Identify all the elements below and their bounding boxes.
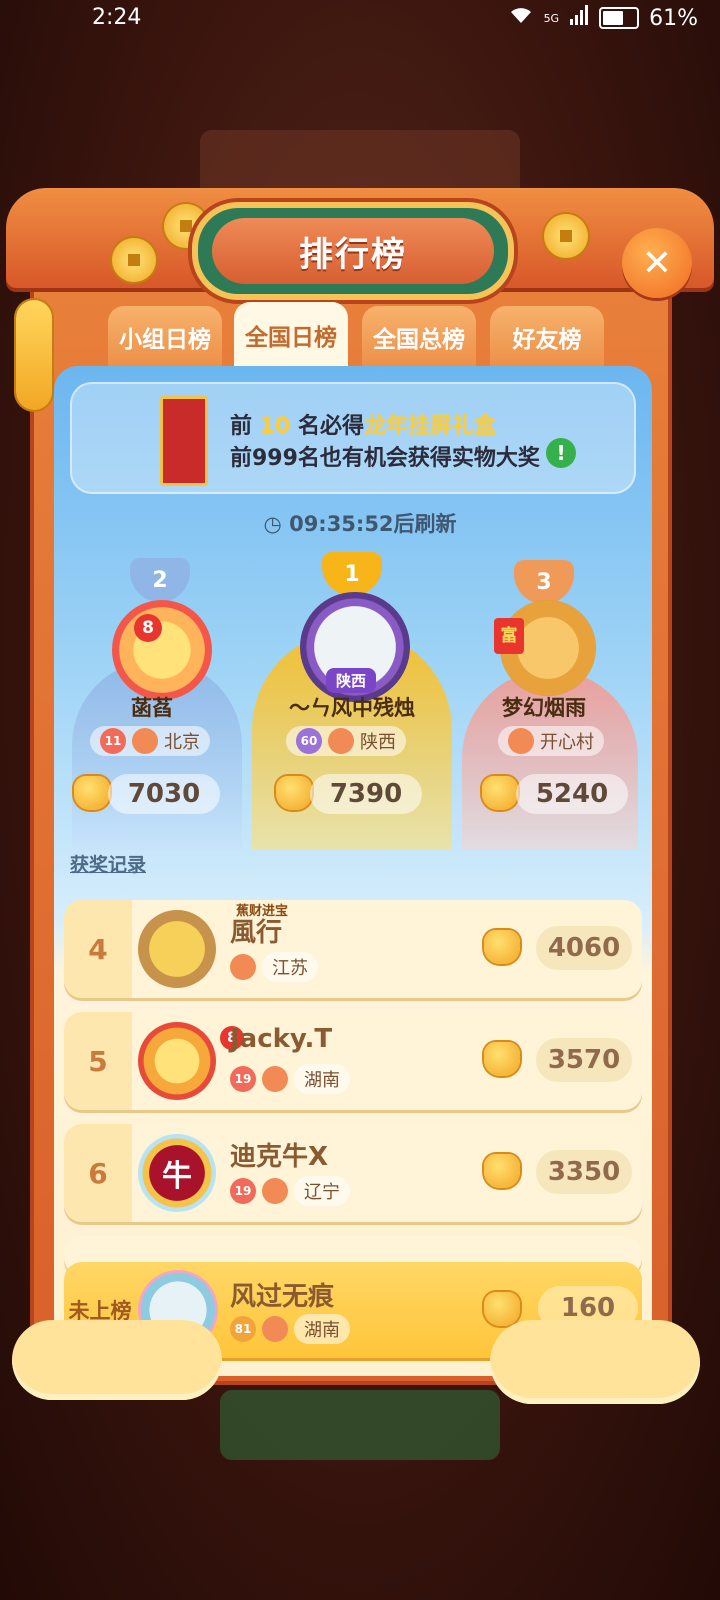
rank-2-score: 7030: [108, 774, 220, 814]
status-bar: 2:24 5G 61%: [0, 0, 720, 36]
avatar-character: 牛: [162, 1159, 192, 1194]
list-region: 辽宁: [294, 1176, 350, 1206]
close-button[interactable]: ✕: [622, 228, 692, 298]
list-rank: 5: [64, 1012, 132, 1110]
rank-3-meta: 开心村: [498, 726, 604, 756]
list-avatar[interactable]: 牛: [138, 1134, 216, 1212]
refresh-timer-text: 09:35:52后刷新: [289, 512, 457, 536]
level-badge: 60: [296, 728, 322, 754]
tiger-icon: [230, 954, 256, 980]
list-avatar[interactable]: [138, 910, 216, 988]
list-name: Jacky.T: [230, 1024, 333, 1054]
rank-1-region-tag: 陕西: [326, 668, 377, 693]
tab-group-daily[interactable]: 小组日榜: [108, 306, 222, 368]
status-icons: 5G 61%: [508, 5, 698, 31]
tab-friends[interactable]: 好友榜: [490, 306, 604, 368]
coin-decoration-icon: [112, 238, 156, 282]
money-bag-icon: [74, 776, 110, 810]
my-region: 湖南: [294, 1314, 350, 1344]
bg-blur-bottom: [220, 1390, 500, 1460]
money-bag-icon: [484, 1042, 520, 1076]
tiger-icon: [508, 728, 534, 754]
rank-2-avatar-badge: 8: [134, 614, 162, 642]
money-bag-icon: [484, 1292, 520, 1326]
money-bag-icon: [276, 776, 312, 810]
rank-1-name: 〜ㄣ风中残烛: [289, 696, 415, 720]
list-region: 江苏: [262, 952, 318, 982]
list-meta: 19 辽宁: [230, 1176, 350, 1206]
wifi-icon: [508, 5, 534, 31]
rank-2-avatar[interactable]: [112, 600, 212, 700]
tiger-icon: [328, 728, 354, 754]
award-record-link[interactable]: 获奖记录: [70, 850, 146, 877]
hanging-coins-icon: [16, 300, 52, 410]
cloud-decoration-left: [12, 1320, 222, 1400]
network-label: 5G: [543, 11, 560, 25]
list-avatar[interactable]: [138, 1022, 216, 1100]
level-badge: 81: [230, 1316, 256, 1342]
refresh-timer: ◷ 09:35:52后刷新: [0, 508, 720, 538]
status-time: 2:24: [92, 5, 142, 30]
banner-line-1: 前 10 名必得龙年挂屏礼盒: [230, 408, 496, 440]
close-icon: ✕: [641, 242, 673, 284]
clock-icon: ◷: [263, 512, 290, 536]
info-icon[interactable]: !: [546, 438, 576, 468]
tiger-icon: [132, 728, 158, 754]
list-item[interactable]: 6 牛 迪克牛X 19 辽宁 3350: [64, 1124, 642, 1222]
tab-national-daily[interactable]: 全国日榜: [234, 302, 348, 368]
list-region: 湖南: [294, 1064, 350, 1094]
level-badge: 19: [230, 1178, 256, 1204]
rank-1-score: 7390: [310, 774, 422, 814]
rank-1-region: 陕西: [360, 732, 396, 753]
list-item[interactable]: 5 8 Jacky.T 19 湖南 3570: [64, 1012, 642, 1110]
cloud-decoration-right: [490, 1320, 700, 1404]
list-score: 3570: [536, 1038, 632, 1082]
coin-decoration-icon: [544, 214, 588, 258]
list-rank: 4: [64, 900, 132, 998]
signal-icon: [569, 5, 589, 31]
banner-number: 10: [259, 414, 291, 439]
list-rank: 6: [64, 1124, 132, 1222]
tiger-icon: [262, 1316, 288, 1342]
money-bag-icon: [484, 1154, 520, 1188]
rank-3-avatar-badge: 富: [494, 618, 524, 654]
page-title: 排行榜: [212, 218, 494, 284]
rank-3-name: 梦幻烟雨: [502, 696, 586, 720]
banner-middle: 名必得: [297, 414, 364, 439]
my-meta: 81 湖南: [230, 1314, 350, 1344]
tiger-icon: [262, 1178, 288, 1204]
banner-line-2: 前999名也有机会获得实物大奖: [230, 446, 540, 471]
gift-box-icon: [160, 396, 208, 486]
tiger-icon: [262, 1066, 288, 1092]
list-score: 4060: [536, 926, 632, 970]
level-badge: 11: [100, 728, 126, 754]
money-bag-icon: [484, 930, 520, 964]
rank-2-meta: 11 北京: [90, 726, 210, 756]
rank-2-region: 北京: [164, 732, 200, 753]
list-name: 迪克牛X: [230, 1142, 329, 1172]
battery-icon: [599, 7, 640, 29]
rank-3-score: 5240: [516, 774, 628, 814]
list-score: 3350: [536, 1150, 632, 1194]
battery-percent: 61%: [649, 5, 698, 31]
list-item[interactable]: 4 蕉财进宝 風行 江苏 4060: [64, 900, 642, 998]
tab-national-total[interactable]: 全国总榜: [362, 306, 476, 368]
banner-highlight: 龙年挂屏礼盒: [364, 414, 497, 439]
rank-2-name: 菡萏: [131, 696, 173, 720]
list-name: 風行: [230, 918, 283, 948]
my-name: 风过无痕: [230, 1282, 335, 1312]
level-badge: 19: [230, 1066, 256, 1092]
banner-prefix: 前: [230, 414, 253, 439]
rank-3-region: 开心村: [540, 732, 594, 753]
rank-1-meta: 60 陕西: [286, 726, 406, 756]
list-meta: 19 湖南: [230, 1064, 350, 1094]
money-bag-icon: [482, 776, 518, 810]
list-meta: 江苏: [230, 952, 318, 982]
